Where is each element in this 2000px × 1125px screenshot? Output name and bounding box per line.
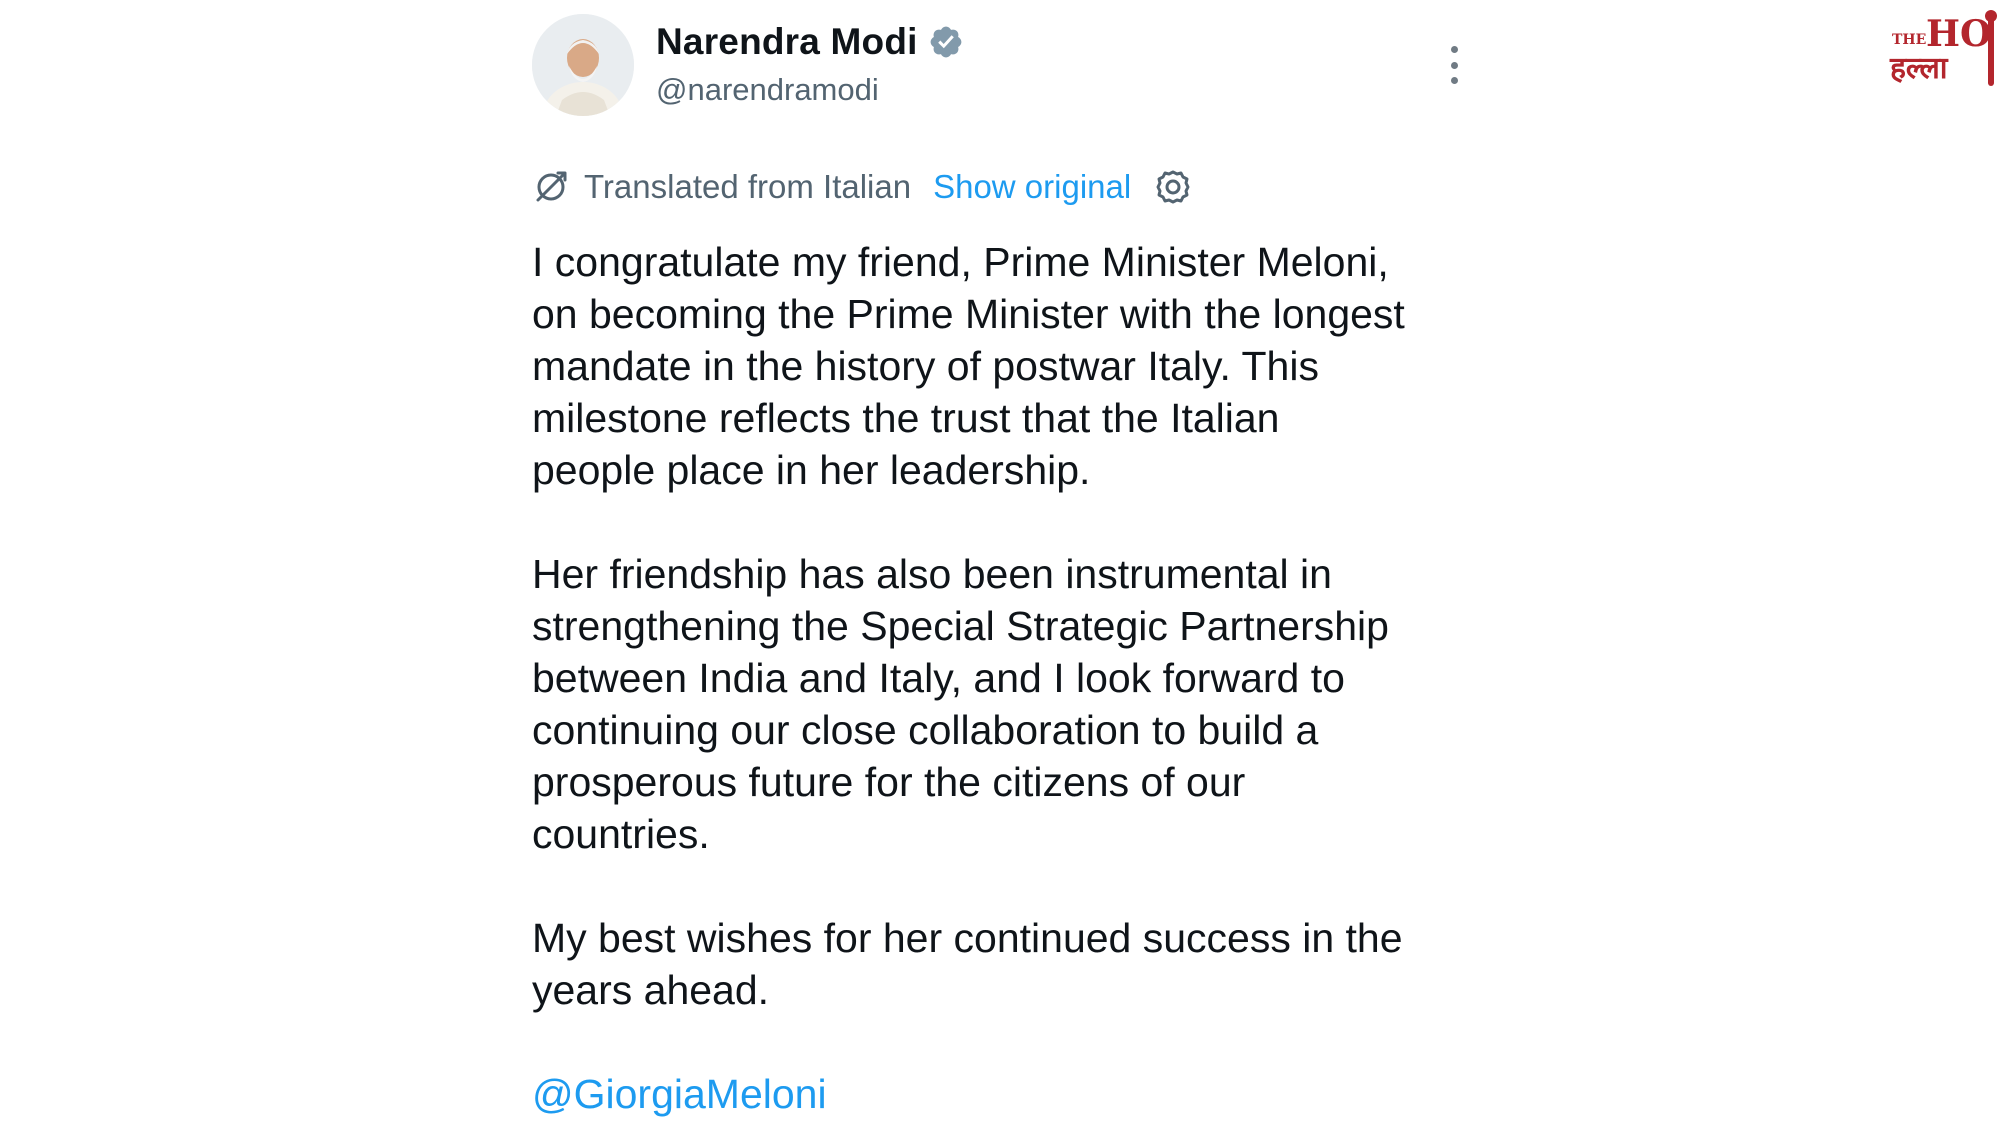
mention-link[interactable]: @GiorgiaMeloni — [532, 1068, 827, 1120]
tweet-paragraph: I congratulate my friend, Prime Minister… — [532, 239, 1405, 493]
tweet-paragraph: Her friendship has also been instrumenta… — [532, 551, 1389, 857]
more-options-button[interactable] — [1436, 40, 1472, 90]
verified-badge-icon — [928, 24, 964, 60]
gear-icon[interactable] — [1153, 167, 1193, 207]
more-dot-icon — [1450, 46, 1458, 53]
svg-text:THE: THE — [1892, 32, 1926, 48]
avatar[interactable] — [532, 14, 634, 116]
author-name-row[interactable]: Narendra Modi — [656, 16, 964, 68]
more-dot-icon — [1450, 77, 1458, 84]
watermark-logo: THE HO हल्ला — [1888, 6, 2000, 88]
svg-text:हल्ला: हल्ला — [1889, 51, 1949, 86]
tweet-paragraph: My best wishes for her continued success… — [532, 915, 1403, 1013]
translate-icon — [532, 168, 570, 206]
tweet-text: I congratulate my friend, Prime Minister… — [532, 236, 1492, 1120]
translation-bar: Translated from Italian Show original — [532, 162, 1193, 212]
svg-text:HO: HO — [1926, 13, 1991, 55]
author-handle[interactable]: @narendramodi — [656, 72, 879, 108]
display-name[interactable]: Narendra Modi — [656, 21, 918, 63]
tweet-screenshot: Narendra Modi @narendramodi THE HO हल्ला — [0, 0, 2000, 1125]
profile-photo-icon — [532, 14, 634, 116]
show-original-link[interactable]: Show original — [933, 168, 1131, 206]
more-dot-icon — [1450, 61, 1458, 69]
translated-from-label: Translated from Italian — [584, 168, 912, 205]
